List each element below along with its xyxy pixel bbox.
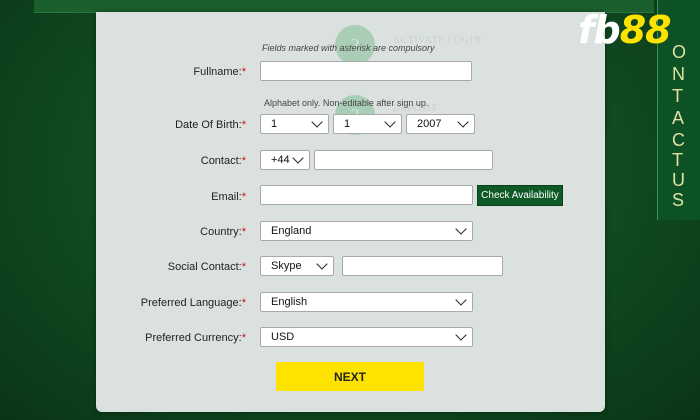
contact-letter: U: [672, 170, 685, 190]
email-input[interactable]: [260, 185, 473, 205]
fb88-logo: fb88: [578, 8, 672, 52]
required-note: Fields marked with asterisk are compulso…: [262, 43, 435, 53]
dob-label: Date Of Birth:*: [175, 119, 246, 131]
contact-letter: N: [672, 64, 685, 84]
social-contact-input[interactable]: [342, 256, 503, 276]
social-contact-label: Social Contact:*: [167, 261, 246, 273]
check-availability-button[interactable]: Check Availability: [477, 185, 563, 206]
country-label: Country:*: [200, 226, 246, 238]
email-label: Email:*: [211, 191, 246, 203]
contact-letter: S: [672, 190, 685, 210]
contact-label: Contact:*: [200, 155, 246, 167]
dob-year-select[interactable]: 2007: [406, 114, 475, 134]
country-select[interactable]: England: [260, 221, 473, 241]
currency-select[interactable]: USD: [260, 327, 473, 347]
contact-number-input[interactable]: [314, 150, 493, 170]
next-button[interactable]: NEXT: [276, 362, 424, 391]
preferred-currency-label: Preferred Currency:*: [145, 332, 246, 344]
fullname-label: Fullname:*: [193, 66, 246, 78]
social-platform-select[interactable]: Skype: [260, 256, 334, 276]
preferred-language-label: Preferred Language:*: [140, 297, 246, 309]
chevron-down-icon: [455, 329, 467, 341]
contact-letter: O: [672, 42, 687, 62]
language-select[interactable]: English: [260, 292, 473, 312]
chevron-down-icon: [384, 116, 396, 128]
chevron-down-icon: [311, 116, 323, 128]
country-code-select[interactable]: +44: [260, 150, 310, 170]
chevron-down-icon: [455, 223, 467, 235]
chevron-down-icon: [292, 152, 304, 164]
contact-letter: C: [672, 130, 685, 150]
chevron-down-icon: [316, 258, 328, 270]
contact-letter: T: [672, 150, 683, 170]
dob-day-select[interactable]: 1: [260, 114, 329, 134]
chevron-down-icon: [457, 116, 469, 128]
registration-panel: 2 ACTIVATE LOGIN 3 DEPOSIT Fields marked…: [96, 12, 605, 412]
dob-note: Alphabet only. Non-editable after sign u…: [264, 98, 429, 108]
chevron-down-icon: [455, 294, 467, 306]
step-indicator: 2 ACTIVATE LOGIN 3 DEPOSIT: [96, 12, 605, 162]
fullname-input[interactable]: [260, 61, 472, 81]
contact-letter: A: [672, 108, 685, 128]
contact-letter: T: [672, 86, 683, 106]
dob-month-select[interactable]: 1: [333, 114, 402, 134]
